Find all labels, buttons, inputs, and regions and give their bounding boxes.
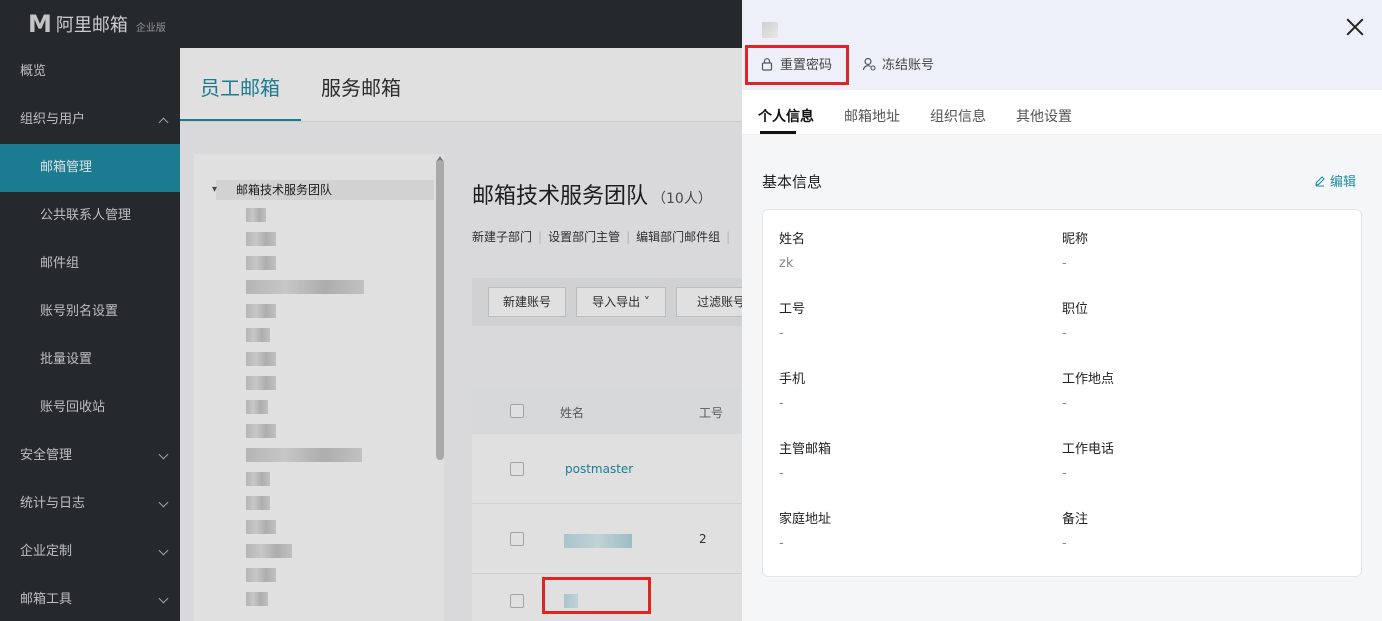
field-value-nickname: -	[1062, 256, 1067, 271]
tab-mailbox-address[interactable]: 邮箱地址	[844, 106, 900, 126]
freeze-account-button[interactable]: 冻结账号	[862, 54, 934, 73]
field-label-employee-id: 工号	[779, 302, 806, 317]
drawer-tabs: 个人信息 邮箱地址 组织信息 其他设置	[742, 90, 1382, 135]
field-value-position: -	[1062, 326, 1067, 341]
field-value-home-address: -	[779, 536, 784, 551]
highlight-box	[745, 45, 849, 85]
tab-other-settings[interactable]: 其他设置	[1016, 106, 1072, 126]
field-label-nickname: 昵称	[1062, 232, 1089, 247]
field-label-remarks: 备注	[1062, 512, 1089, 527]
tab-personal-info[interactable]: 个人信息	[758, 106, 814, 126]
freeze-account-label: 冻结账号	[882, 58, 935, 73]
field-value-name: zk	[779, 256, 794, 271]
basic-info-card: 姓名 zk 昵称 - 工号 - 职位 - 手机 - 工作地点 - 主管邮箱 - …	[762, 209, 1362, 577]
field-value-work-phone: -	[1062, 466, 1067, 481]
field-value-employee-id: -	[779, 326, 784, 341]
field-value-work-location: -	[1062, 396, 1067, 411]
field-value-mobile: -	[779, 396, 784, 411]
drawer-backdrop[interactable]	[0, 0, 742, 621]
edit-button[interactable]: 编辑	[1314, 171, 1356, 190]
pencil-icon	[1315, 175, 1325, 186]
edit-label: 编辑	[1330, 175, 1357, 190]
close-icon[interactable]	[1344, 16, 1366, 38]
user-freeze-icon	[862, 57, 876, 71]
field-label-manager-email: 主管邮箱	[779, 442, 832, 457]
field-label-work-phone: 工作电话	[1062, 442, 1115, 457]
section-title-basic-info: 基本信息	[762, 173, 823, 191]
app-window: M 阿里邮箱 企业版 概览 组织与用户 邮箱管理 公共联系人管理 邮件组 账号别…	[0, 0, 1382, 621]
drawer-header: 重置密码 冻结账号	[742, 0, 1382, 90]
highlight-box	[542, 577, 651, 614]
tab-org-info[interactable]: 组织信息	[930, 106, 986, 126]
field-value-remarks: -	[1062, 536, 1067, 551]
field-label-work-location: 工作地点	[1062, 372, 1115, 387]
active-tab-indicator	[760, 131, 796, 134]
field-label-home-address: 家庭地址	[779, 512, 832, 527]
field-label-mobile: 手机	[779, 372, 806, 387]
account-detail-drawer: 重置密码 冻结账号 个人信息 邮箱地址 组织信息 其他设置 基本信息 编辑 姓名…	[742, 0, 1382, 621]
avatar	[762, 22, 778, 38]
field-label-position: 职位	[1062, 302, 1089, 317]
field-label-name: 姓名	[779, 232, 806, 247]
field-value-manager-email: -	[779, 466, 784, 481]
